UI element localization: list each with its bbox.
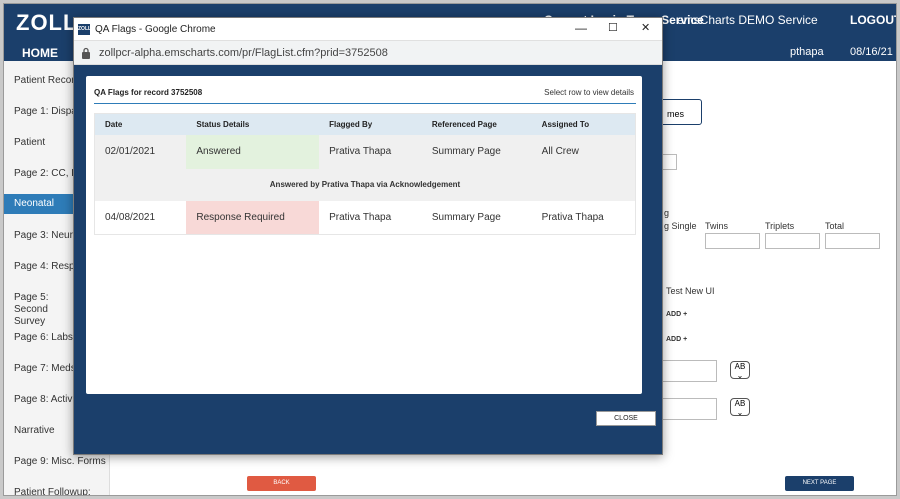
births-label: g <box>664 208 670 218</box>
ab-dropdown-button[interactable]: AB ⌄ <box>730 361 750 380</box>
cell-date: 02/01/2021 <box>94 134 187 169</box>
panel-hint: Select row to view details <box>544 88 634 97</box>
chevron-down-icon: ⌄ <box>736 371 744 380</box>
close-button[interactable]: CLOSE <box>596 411 656 426</box>
browser-frame: ZOLL Current Login Type: Service emsChar… <box>3 3 897 496</box>
zoll-app-icon: ZOLL <box>78 24 91 35</box>
triplets-label: Triplets <box>765 221 795 231</box>
ab-label: AB <box>734 399 746 408</box>
column-header-date: Date <box>94 113 187 135</box>
chevron-down-icon: ⌄ <box>736 408 744 417</box>
logout-link[interactable]: LOGOUT <box>850 13 896 27</box>
text-field-2[interactable] <box>660 398 717 420</box>
column-header-referenced-page: Referenced Page <box>421 113 532 135</box>
sidebar-item-followup[interactable]: Patient Followup: <box>4 487 110 495</box>
service-name: emsCharts DEMO Service <box>677 13 818 27</box>
twins-label: Twins <box>705 221 729 231</box>
url-text[interactable]: zollpcr-alpha.emscharts.com/pr/FlagList.… <box>99 47 388 59</box>
column-header-flagged-by: Flagged By <box>319 113 422 135</box>
table-row[interactable]: 02/01/2021 Answered Prativa Thapa Summar… <box>94 134 636 169</box>
sidebar-item-page5[interactable]: Page 5: Second Survey <box>4 292 74 328</box>
window-titlebar[interactable]: ZOLL QA Flags - Google Chrome — ☐ ✕ <box>74 18 662 41</box>
flags-table: Date Status Details Flagged By Reference… <box>94 113 636 235</box>
qa-flags-popup-window: ZOLL QA Flags - Google Chrome — ☐ ✕ zoll… <box>73 17 663 455</box>
panel-title: QA Flags for record 3752508 <box>94 88 203 97</box>
sidebar-item-page9[interactable]: Page 9: Misc. Forms <box>4 456 110 468</box>
table-header-row: Date Status Details Flagged By Reference… <box>94 113 636 135</box>
ab-label: AB <box>734 362 746 371</box>
cell-status-answered: Answered <box>186 134 320 169</box>
cell-referenced-page: Summary Page <box>421 134 532 169</box>
divider <box>94 103 636 104</box>
table-row[interactable]: 04/08/2021 Response Required Prativa Tha… <box>94 200 636 235</box>
current-date: 08/16/21 <box>850 46 893 58</box>
answer-note-row[interactable]: Answered by Prativa Thapa via Acknowledg… <box>94 168 636 201</box>
cell-referenced-page: Summary Page <box>421 200 532 235</box>
username: pthapa <box>790 46 824 58</box>
add-button[interactable]: ADD + <box>666 311 687 318</box>
next-page-button[interactable]: NEXT PAGE <box>785 476 854 491</box>
names-button[interactable]: mes <box>658 99 702 125</box>
minimize-icon[interactable]: — <box>575 21 587 35</box>
twins-input[interactable] <box>705 233 760 249</box>
qa-flags-panel: QA Flags for record 3752508 Select row t… <box>86 76 642 394</box>
cell-flagged-by: Prativa Thapa <box>319 134 422 169</box>
address-bar[interactable]: zollpcr-alpha.emscharts.com/pr/FlagList.… <box>74 41 662 65</box>
text-field[interactable] <box>660 360 717 382</box>
zoll-logo: ZOLL <box>16 10 78 35</box>
test-ui-label[interactable]: Test New UI <box>666 286 715 296</box>
column-header-assigned-to: Assigned To <box>531 113 636 135</box>
answer-note: Answered by Prativa Thapa via Acknowledg… <box>94 168 636 201</box>
cell-assigned-to: All Crew <box>531 134 636 169</box>
ab-dropdown-button-2[interactable]: AB ⌄ <box>730 398 750 417</box>
cell-flagged-by: Prativa Thapa <box>319 200 422 235</box>
cell-assigned-to: Prativa Thapa <box>531 200 636 235</box>
cell-status-required: Response Required <box>186 200 320 235</box>
cell-date: 04/08/2021 <box>94 200 187 235</box>
triplets-input[interactable] <box>765 233 820 249</box>
add-button-2[interactable]: ADD + <box>666 336 687 343</box>
home-tab[interactable]: HOME <box>22 46 58 60</box>
total-label: Total <box>825 221 845 231</box>
back-button[interactable]: BACK <box>247 476 316 491</box>
close-window-icon[interactable]: ✕ <box>641 21 650 34</box>
single-label: g Single <box>664 221 697 231</box>
window-title: QA Flags - Google Chrome <box>95 24 216 35</box>
total-input[interactable] <box>825 233 880 249</box>
column-header-status: Status Details <box>186 113 320 135</box>
lock-icon <box>82 47 90 59</box>
maximize-icon[interactable]: ☐ <box>608 21 618 34</box>
